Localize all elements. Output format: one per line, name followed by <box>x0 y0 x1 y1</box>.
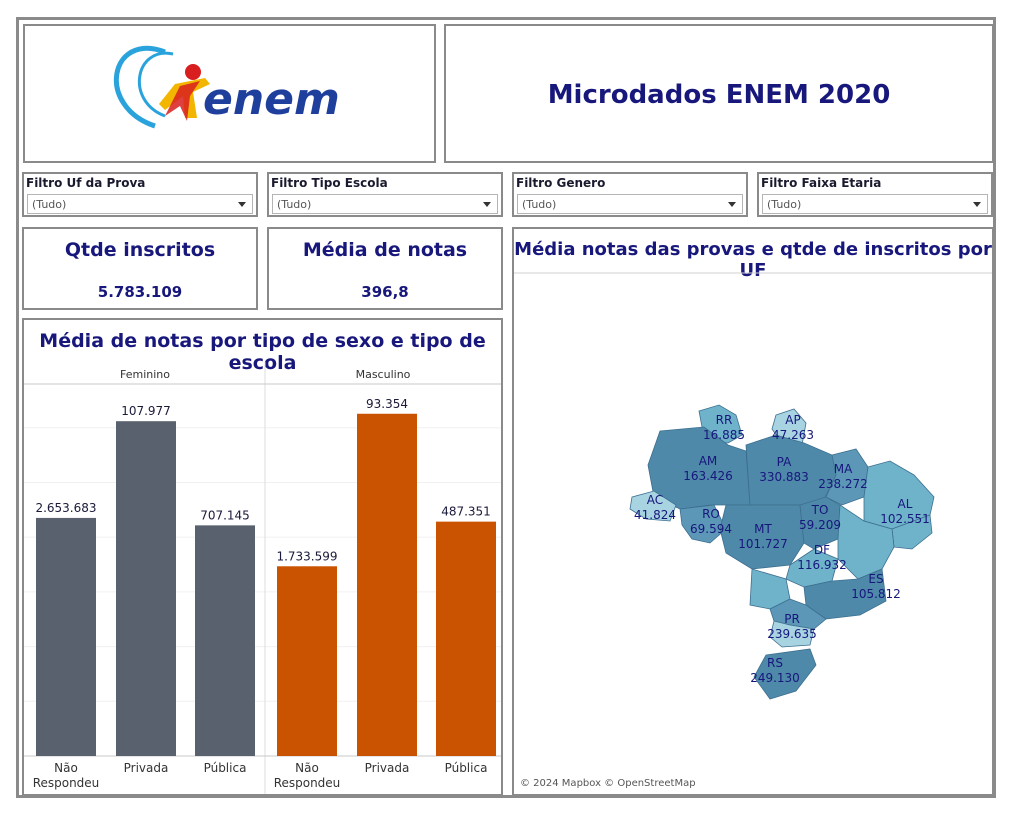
map-panel: Média notas das provas e qtde de inscrit… <box>512 227 994 796</box>
x-tick-label: Privada <box>124 761 169 775</box>
kpi-media-card: Média de notas 396,8 <box>267 227 503 310</box>
map-uf-label: AP <box>785 413 800 427</box>
bar-value-label: 707.145 <box>200 508 250 522</box>
map-shapes <box>629 404 935 700</box>
x-tick-label: Pública <box>445 761 488 775</box>
filter-tipo-escola: Filtro Tipo Escola (Tudo) <box>267 172 503 217</box>
map-uf-label: AC <box>647 493 663 507</box>
map-value-label: 116.932 <box>797 558 847 572</box>
map-value-label: 69.594 <box>690 522 732 536</box>
map-uf-label: RO <box>702 507 720 521</box>
kpi-inscritos-title: Qtde inscritos <box>64 239 216 261</box>
bar-feminino-0[interactable] <box>36 517 96 756</box>
map-uf-label: RR <box>716 413 733 427</box>
map-value-label: 47.263 <box>772 428 814 442</box>
chevron-down-icon <box>973 202 981 207</box>
bar-value-label: 2.653.683 <box>35 501 96 515</box>
filter-genero-label: Filtro Genero <box>516 176 606 190</box>
filter-faixa-etaria-value: (Tudo) <box>767 198 802 211</box>
filter-genero: Filtro Genero (Tudo) <box>512 172 748 217</box>
x-tick-label: Privada <box>365 761 410 775</box>
panel-header-masculino: Masculino <box>356 368 411 381</box>
bar-feminino-1[interactable] <box>116 421 176 756</box>
x-tick-label: Não <box>295 761 319 775</box>
filter-genero-dropdown[interactable]: (Tudo) <box>517 194 743 214</box>
bar-chart: Feminino Masculino 2.653.683NãoRespondeu… <box>24 362 501 794</box>
map-value-label: 59.209 <box>799 518 841 532</box>
map-uf-label: PR <box>784 612 800 626</box>
bar-masculino-0[interactable] <box>277 566 337 756</box>
x-tick-label: Não <box>54 761 78 775</box>
map-value-label: 330.883 <box>759 470 809 484</box>
enem-logo: enem <box>113 45 340 129</box>
filter-tipo-escola-dropdown[interactable]: (Tudo) <box>272 194 498 214</box>
panel-header-feminino: Feminino <box>120 368 170 381</box>
x-tick-label: Respondeu <box>274 776 341 790</box>
bar-value-label: 1.733.599 <box>276 549 337 563</box>
x-tick-label: Respondeu <box>33 776 100 790</box>
filter-uf: Filtro Uf da Prova (Tudo) <box>22 172 258 217</box>
logo-text: enem <box>203 74 340 125</box>
title-panel: Microdados ENEM 2020 <box>444 24 994 163</box>
map-uf-label: RS <box>767 656 783 670</box>
map-value-label: 102.551 <box>880 512 930 526</box>
map-uf-label: PA <box>777 455 792 469</box>
chevron-down-icon <box>483 202 491 207</box>
filter-faixa-etaria-label: Filtro Faixa Etaria <box>761 176 882 190</box>
filter-tipo-escola-label: Filtro Tipo Escola <box>271 176 388 190</box>
x-tick-label: Pública <box>204 761 247 775</box>
page-title: Microdados ENEM 2020 <box>547 80 891 110</box>
map-uf-label: MT <box>754 522 772 536</box>
map-value-label: 16.885 <box>703 428 745 442</box>
logo-panel: enem <box>23 24 436 163</box>
map-value-label: 163.426 <box>683 469 733 483</box>
bar-chart-panel: Média de notas por tipo de sexo e tipo d… <box>22 318 503 796</box>
filter-genero-value: (Tudo) <box>522 198 557 211</box>
bar-feminino-2[interactable] <box>195 525 255 756</box>
filter-faixa-etaria-dropdown[interactable]: (Tudo) <box>762 194 988 214</box>
kpi-inscritos-card: Qtde inscritos 5.783.109 <box>22 227 258 310</box>
filter-tipo-escola-value: (Tudo) <box>277 198 312 211</box>
bar-value-label: 487.351 <box>441 505 491 519</box>
chevron-down-icon <box>238 202 246 207</box>
bar-value-label: 107.977 <box>121 404 171 418</box>
filter-uf-dropdown[interactable]: (Tudo) <box>27 194 253 214</box>
map-value-label: 105.812 <box>851 587 901 601</box>
filter-faixa-etaria: Filtro Faixa Etaria (Tudo) <box>757 172 993 217</box>
filter-uf-value: (Tudo) <box>32 198 67 211</box>
map-value-label: 239.635 <box>767 627 817 641</box>
kpi-media-value: 396,8 <box>361 283 409 301</box>
bar-value-label: 93.354 <box>366 397 408 411</box>
brazil-map[interactable]: RR16.885 AP47.263 AM163.426 PA330.883 MA238.… <box>514 229 992 794</box>
bar-masculino-2[interactable] <box>436 521 496 756</box>
kpi-media-title: Média de notas <box>302 239 468 261</box>
map-value-label: 101.727 <box>738 537 788 551</box>
filter-uf-label: Filtro Uf da Prova <box>26 176 146 190</box>
map-uf-label: TO <box>811 503 829 517</box>
map-value-label: 249.130 <box>750 671 800 685</box>
map-uf-label: AM <box>699 454 718 468</box>
map-uf-label: MA <box>834 462 853 476</box>
map-credit: © 2024 Mapbox © OpenStreetMap <box>520 778 696 789</box>
kpi-inscritos-value: 5.783.109 <box>97 283 183 301</box>
map-uf-label: AL <box>898 497 913 511</box>
map-uf-label: DF <box>814 543 830 557</box>
chevron-down-icon <box>728 202 736 207</box>
map-value-label: 41.824 <box>634 508 676 522</box>
map-uf-label: ES <box>868 572 883 586</box>
map-value-label: 238.272 <box>818 477 868 491</box>
bar-masculino-1[interactable] <box>357 413 417 756</box>
